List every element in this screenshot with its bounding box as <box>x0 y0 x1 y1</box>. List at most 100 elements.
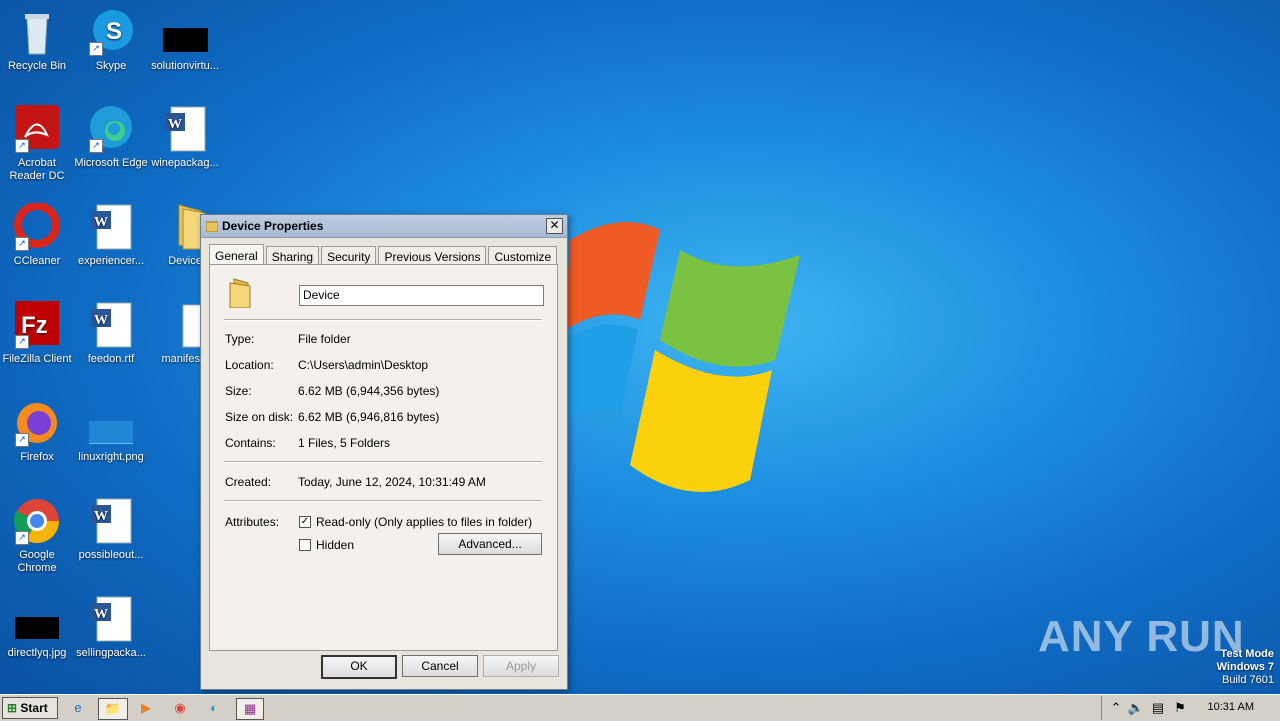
attributes-label: Attributes: <box>225 515 280 529</box>
taskbar-clock[interactable]: 10:31 AM <box>1208 701 1254 713</box>
shortcut-arrow-icon: ↗ <box>15 139 29 153</box>
filezilla-icon: Fz ↗ <box>13 301 61 349</box>
desktop-icon-linuxright[interactable]: linuxright.png <box>74 399 148 464</box>
desktop-icon-filezilla[interactable]: Fz ↗ FileZilla Client <box>0 301 74 366</box>
winrar-icon[interactable]: ▦ <box>236 698 264 720</box>
word-document-icon: W <box>87 497 135 545</box>
desktop-icon-ccleaner[interactable]: ↗ CCleaner <box>0 202 74 268</box>
svg-text:W: W <box>94 313 108 328</box>
folder-icon <box>206 221 218 232</box>
folder-name-input[interactable]: Device <box>299 285 544 306</box>
svg-text:W: W <box>94 607 108 622</box>
desktop-icon-label: linuxright.png <box>78 451 144 463</box>
recycle-bin-icon <box>13 8 61 56</box>
image-file-icon <box>13 595 61 643</box>
show-hidden-icons-icon[interactable]: ⌃ <box>1106 698 1126 718</box>
hidden-label: Hidden <box>316 538 355 552</box>
contains-label: Contains: <box>225 436 276 450</box>
created-label: Created: <box>225 475 272 489</box>
type-label: Type: <box>225 332 255 346</box>
size-value: 6.62 MB (6,944,356 bytes) <box>298 384 440 398</box>
dialog-title: Device Properties <box>222 219 324 233</box>
media-player-icon[interactable]: ▶ <box>136 698 156 718</box>
desktop-icon-label: winepackag... <box>151 157 219 169</box>
desktop-icon-label: CCleaner <box>13 255 61 267</box>
divider <box>224 500 542 502</box>
edge-icon: ↗ <box>87 105 135 153</box>
edge-icon[interactable]: ◐ <box>204 698 224 718</box>
desktop-icon-label: Recycle Bin <box>7 60 67 72</box>
svg-text:W: W <box>94 215 108 230</box>
hidden-checkbox[interactable] <box>299 539 311 551</box>
desktop-icon-label: solutionvirtu... <box>151 60 219 72</box>
desktop-icon-chrome[interactable]: ↗ Google Chrome <box>0 497 74 575</box>
desktop-icon-solutionvirtu[interactable]: solutionvirtu... <box>148 8 222 73</box>
ok-button[interactable]: OK <box>321 655 397 679</box>
desktop-icon-feedon[interactable]: W feedon.rtf <box>74 301 148 366</box>
firefox-icon: ↗ <box>13 399 61 447</box>
desktop-icon-winepackag[interactable]: W winepackag... <box>148 105 222 170</box>
svg-text:W: W <box>94 509 108 524</box>
start-button[interactable]: ⊞ Start <box>2 697 58 719</box>
svg-text:S: S <box>106 18 122 45</box>
internet-explorer-icon[interactable]: e <box>68 698 88 718</box>
divider <box>224 319 542 321</box>
size-label: Size: <box>225 384 252 398</box>
desktop-icon-firefox[interactable]: ↗ Firefox <box>0 399 74 464</box>
image-file-icon <box>87 399 135 447</box>
windows-version-line: Windows 7 <box>1216 661 1274 673</box>
desktop-icon-label: Acrobat Reader DC <box>9 157 65 182</box>
volume-icon[interactable]: 🔈 <box>1126 698 1146 718</box>
shortcut-arrow-icon: ↗ <box>15 237 29 251</box>
desktop-icon-label: sellingpacka... <box>76 647 146 659</box>
test-mode-line: Test Mode <box>1220 648 1274 660</box>
ccleaner-icon: ↗ <box>13 202 61 251</box>
size-on-disk-value: 6.62 MB (6,946,816 bytes) <box>298 410 440 424</box>
chrome-icon: ↗ <box>13 497 61 545</box>
anyrun-watermark: ANY RUN <box>1038 612 1245 661</box>
desktop-icon-label: Google Chrome <box>17 549 57 574</box>
desktop-icon-directlyq[interactable]: directlyq.jpg <box>0 595 74 660</box>
shortcut-arrow-icon: ↗ <box>15 433 29 447</box>
properties-dialog: Device Properties ✕ General Sharing Secu… <box>200 214 568 690</box>
action-center-flag-icon[interactable]: ⚑ <box>1170 698 1190 718</box>
network-icon[interactable]: ▤ <box>1148 698 1168 718</box>
desktop-icon-possibleout[interactable]: W possibleout... <box>74 497 148 562</box>
created-value: Today, June 12, 2024, 10:31:49 AM <box>298 475 486 489</box>
word-document-icon: W <box>87 203 135 251</box>
desktop-icon-skype[interactable]: S ↗ Skype <box>74 8 148 73</box>
dialog-titlebar[interactable]: Device Properties <box>201 215 567 238</box>
windows-logo-wallpaper <box>560 222 800 492</box>
close-icon[interactable]: ✕ <box>546 218 563 234</box>
readonly-checkbox[interactable]: ✓ <box>299 516 311 528</box>
desktop-icon-experiencer[interactable]: W experiencer... <box>74 203 148 268</box>
file-thumbnail-icon <box>161 8 209 56</box>
build-line: Build 7601 <box>1222 674 1274 686</box>
location-label: Location: <box>225 358 274 372</box>
taskbar: ⊞ Start e 📁 ▶ ◉ ◐ ▦ ⌃ 🔈 ▤ ⚑ 10:31 AM <box>0 694 1280 721</box>
divider <box>224 461 542 463</box>
shortcut-arrow-icon: ↗ <box>15 335 29 349</box>
advanced-button[interactable]: Advanced... <box>438 533 542 555</box>
location-value: C:\Users\admin\Desktop <box>298 358 429 372</box>
cancel-button[interactable]: Cancel <box>402 655 478 677</box>
desktop-icon-recycle-bin[interactable]: Recycle Bin <box>0 8 74 73</box>
general-tab-panel: Device Type: File folder Location: C:\Us… <box>209 264 558 651</box>
contains-value: 1 Files, 5 Folders <box>298 436 391 450</box>
desktop-icon-acrobat[interactable]: ↗ Acrobat Reader DC <box>0 105 74 183</box>
desktop-icon-sellingpacka[interactable]: W sellingpacka... <box>74 595 148 660</box>
desktop-icon-label: Skype <box>95 60 127 72</box>
chrome-icon[interactable]: ◉ <box>170 698 190 718</box>
word-document-icon: W <box>161 105 209 153</box>
apply-button[interactable]: Apply <box>483 655 559 677</box>
desktop-icon-edge[interactable]: ↗ Microsoft Edge <box>74 105 148 170</box>
shortcut-arrow-icon: ↗ <box>89 139 103 153</box>
test-mode-text: Test Mode Windows 7 Build 7601 <box>1217 648 1274 687</box>
desktop-icon-label: possibleout... <box>78 549 144 561</box>
word-document-icon: W <box>87 301 135 349</box>
desktop-icon-label: experiencer... <box>77 255 145 267</box>
readonly-label: Read-only (Only applies to files in fold… <box>316 515 533 529</box>
file-explorer-icon[interactable]: 📁 <box>98 698 128 720</box>
word-document-icon: W <box>87 595 135 643</box>
desktop-icon-label: directlyq.jpg <box>7 647 67 659</box>
